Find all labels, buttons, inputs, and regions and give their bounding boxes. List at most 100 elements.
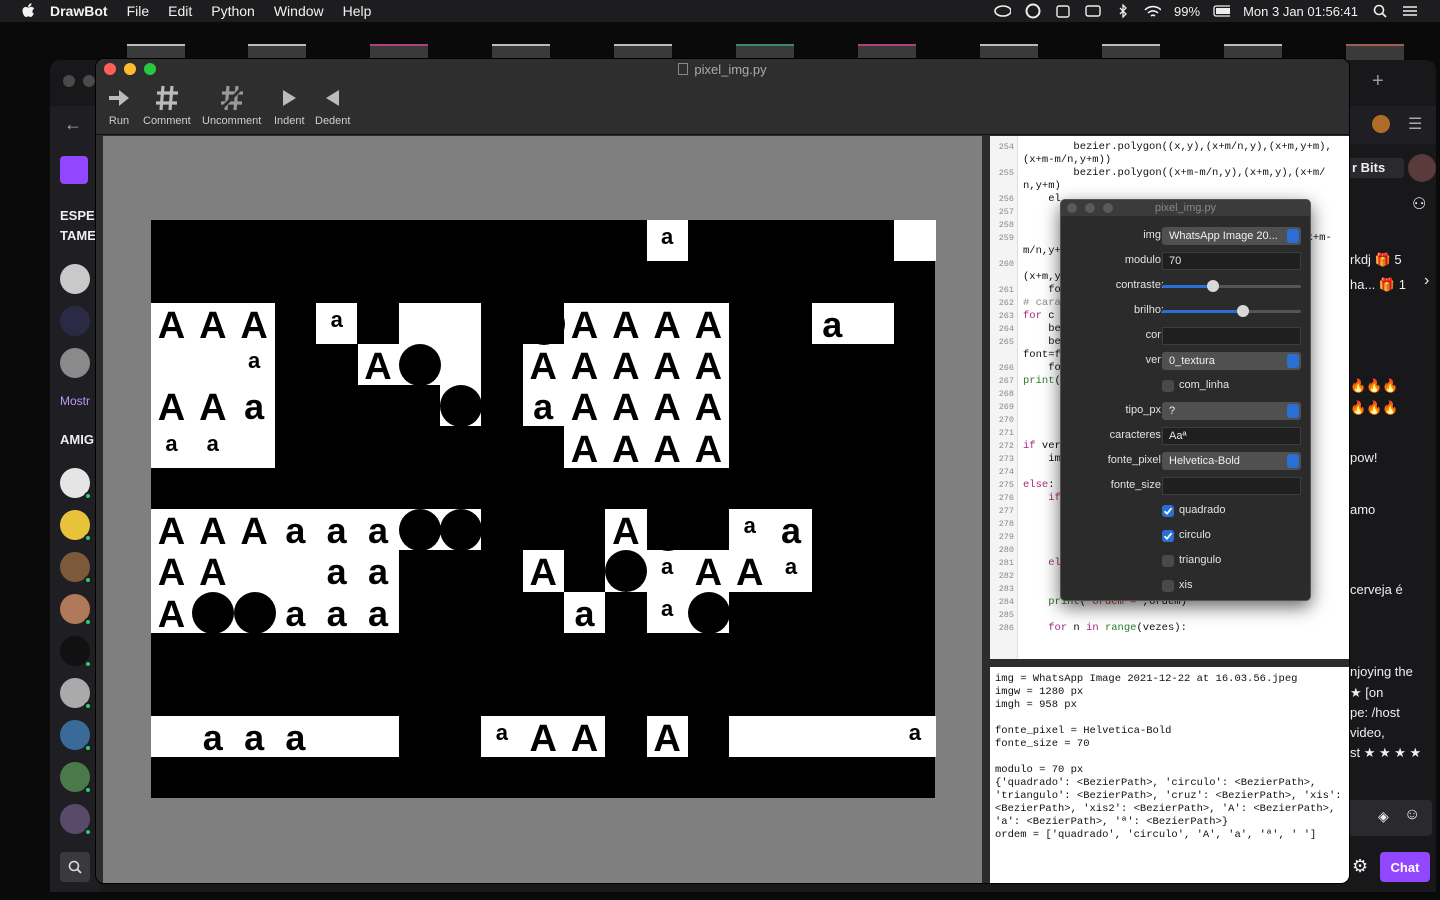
window-thumbnail[interactable] (492, 44, 550, 60)
quadrado-checkbox[interactable] (1162, 505, 1174, 517)
emote-icon[interactable]: ☺ (1404, 806, 1420, 824)
fonte-size-field[interactable] (1162, 477, 1301, 495)
friend-avatar[interactable] (60, 510, 92, 542)
panel-minimize-button[interactable] (1085, 203, 1095, 213)
menu-app[interactable]: DrawBot (50, 3, 108, 19)
circle-status-icon[interactable] (1024, 3, 1041, 19)
caracteres-field[interactable]: Aaª (1162, 427, 1301, 445)
browser-minimize-button[interactable] (83, 75, 95, 87)
code-line[interactable]: # cara (1023, 297, 1061, 309)
bits-button[interactable]: r Bits (1348, 158, 1404, 178)
horizontal-splitter[interactable] (990, 659, 1349, 667)
contraste-slider[interactable] (1162, 280, 1301, 292)
code-line[interactable]: if (1023, 492, 1061, 504)
creative-cloud-icon[interactable] (994, 4, 1012, 18)
fonte-pixel-select[interactable]: Helvetica-Bold (1162, 452, 1301, 470)
show-more-link[interactable]: Mostr (60, 394, 90, 408)
drawing-canvas-area[interactable]: aAAAaAAaaaaAAAAAAAAAAaAAAAAAAAaAAAaaaAAa… (103, 136, 982, 883)
spotlight-search-icon[interactable] (1371, 4, 1388, 18)
window-thumbnail[interactable] (1346, 44, 1404, 60)
code-line[interactable]: (x+m-m/n,y+m)) (1023, 154, 1111, 166)
code-line[interactable]: fo (1023, 284, 1061, 296)
friend-avatar[interactable] (60, 636, 92, 668)
menu-edit[interactable]: Edit (168, 3, 192, 19)
code-line[interactable]: bezier.polygon((x,y),(x+m/n,y),(x+m,y+m)… (1023, 141, 1331, 153)
code-line[interactable]: m/n,y+ (1023, 245, 1061, 257)
control-center-icon[interactable] (1401, 4, 1418, 18)
menu-file[interactable]: File (127, 3, 150, 19)
users-icon[interactable]: ⚇ (1412, 194, 1426, 214)
code-line[interactable]: bezier.polygon((x+m-m/n,y),(x+m,y),(x+m/ (1023, 167, 1325, 179)
friend-avatar[interactable] (60, 762, 92, 794)
xis-checkbox[interactable] (1162, 580, 1174, 592)
calendar-icon[interactable] (1054, 4, 1071, 18)
window-thumbnail[interactable] (858, 44, 916, 60)
clock[interactable]: Mon 3 Jan 01:56:41 (1243, 4, 1358, 19)
code-line[interactable]: im (1023, 453, 1061, 465)
chat-send-button[interactable]: Chat (1380, 852, 1430, 882)
code-line[interactable]: n=3 (1023, 136, 1092, 140)
code-line[interactable]: for n in range(vezes): (1023, 622, 1187, 634)
window-thumbnail[interactable] (1102, 44, 1160, 60)
modulo-field[interactable]: 70 (1162, 252, 1301, 270)
profile-avatar[interactable] (1372, 115, 1390, 133)
code-line[interactable]: (x+m,y (1023, 271, 1061, 283)
friend-avatar[interactable] (60, 804, 92, 836)
keyboard-icon[interactable] (1084, 4, 1101, 18)
run-button[interactable]: Run (107, 83, 131, 127)
back-arrow-icon[interactable]: ← (64, 114, 82, 135)
friend-avatar[interactable] (60, 552, 92, 584)
img-select[interactable]: WhatsApp Image 20... (1162, 227, 1301, 245)
code-line[interactable]: be (1023, 323, 1061, 335)
ver-select[interactable]: 0_textura (1162, 352, 1301, 370)
window-thumbnail[interactable] (370, 44, 428, 60)
window-thumbnail[interactable] (980, 44, 1038, 60)
twitch-logo-icon[interactable] (60, 156, 88, 184)
menu-window[interactable]: Window (274, 3, 324, 19)
friend-avatar[interactable] (60, 720, 92, 752)
window-thumbnail[interactable] (127, 44, 185, 60)
settings-gear-icon[interactable]: ⚙ (1352, 856, 1368, 877)
code-line[interactable]: else: (1023, 479, 1055, 491)
battery-icon[interactable] (1213, 4, 1231, 18)
code-line[interactable]: print( (1023, 375, 1061, 387)
code-line[interactable]: el (1023, 193, 1061, 205)
comment-button[interactable]: Comment (143, 83, 191, 127)
code-line[interactable]: be (1023, 336, 1061, 348)
window-thumbnail[interactable] (248, 44, 306, 60)
new-tab-icon[interactable]: + (1372, 70, 1384, 93)
streamer-avatar[interactable] (1408, 154, 1436, 182)
channel-avatar[interactable] (60, 348, 90, 378)
circulo-checkbox[interactable] (1162, 530, 1174, 542)
browser-menu-icon[interactable]: ☰ (1408, 114, 1422, 134)
chevron-right-icon[interactable]: › (1424, 272, 1429, 290)
bluetooth-icon[interactable] (1114, 4, 1131, 18)
code-line[interactable]: font=f (1023, 349, 1061, 361)
menu-help[interactable]: Help (343, 3, 372, 19)
apple-icon[interactable] (20, 3, 36, 19)
panel-zoom-button[interactable] (1103, 203, 1113, 213)
wifi-icon[interactable] (1144, 4, 1162, 18)
friend-avatar[interactable] (60, 594, 92, 626)
indent-button[interactable]: Indent (274, 83, 305, 127)
browser-close-button[interactable] (63, 75, 75, 87)
code-line[interactable]: for c (1023, 310, 1055, 322)
window-thumbnail[interactable] (1224, 44, 1282, 60)
cor-field[interactable] (1162, 327, 1301, 345)
menu-python[interactable]: Python (211, 3, 255, 19)
code-line[interactable]: if ver (1023, 440, 1061, 452)
friend-avatar[interactable] (60, 678, 92, 710)
bits-icon[interactable]: ◈ (1378, 808, 1389, 825)
code-line[interactable]: fo (1023, 362, 1061, 374)
channel-avatar[interactable] (60, 306, 90, 336)
tipo-px-select[interactable]: ? (1162, 402, 1301, 420)
code-line[interactable]: n,y+m) (1023, 180, 1061, 192)
search-button[interactable] (60, 852, 90, 882)
uncomment-button[interactable]: Uncomment (202, 83, 261, 127)
brilho-slider[interactable] (1162, 305, 1301, 317)
vertical-splitter[interactable] (982, 136, 990, 883)
window-thumbnail[interactable] (736, 44, 794, 60)
code-line[interactable]: el (1023, 557, 1061, 569)
channel-avatar[interactable] (60, 264, 90, 294)
window-thumbnail[interactable] (614, 44, 672, 60)
